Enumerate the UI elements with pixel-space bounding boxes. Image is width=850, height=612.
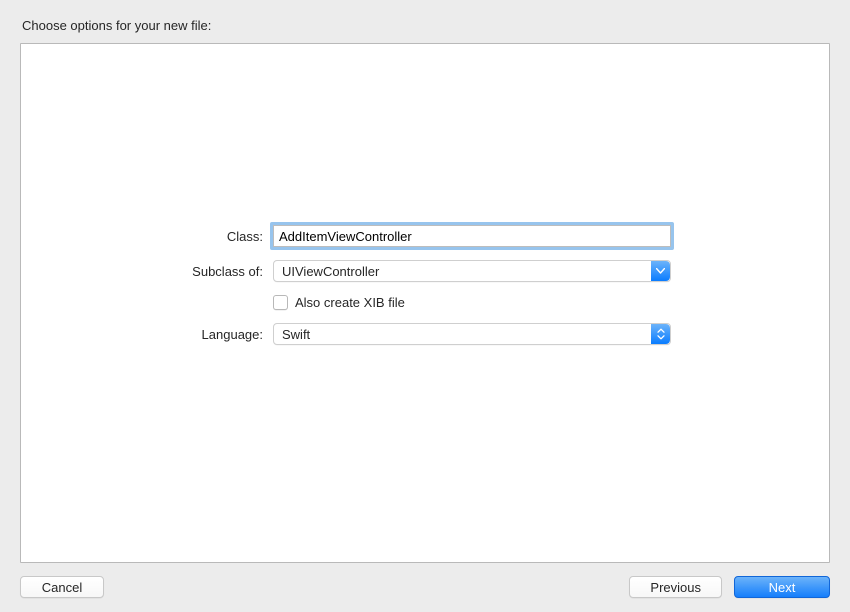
- new-file-form: Class: Subclass of: UIViewController: [21, 225, 829, 358]
- subclass-value: UIViewController: [282, 264, 379, 279]
- language-label: Language:: [21, 327, 273, 342]
- options-panel: Class: Subclass of: UIViewController: [20, 43, 830, 563]
- dialog-title: Choose options for your new file:: [22, 18, 830, 33]
- xib-label: Also create XIB file: [295, 295, 405, 310]
- chevron-down-icon: [651, 261, 670, 281]
- class-input[interactable]: [273, 225, 671, 247]
- class-label: Class:: [21, 229, 273, 244]
- language-row: Language: Swift: [21, 323, 829, 345]
- subclass-label: Subclass of:: [21, 264, 273, 279]
- language-value: Swift: [282, 327, 310, 342]
- previous-button[interactable]: Previous: [629, 576, 722, 598]
- subclass-row: Subclass of: UIViewController: [21, 260, 829, 282]
- dialog-footer: Cancel Previous Next: [20, 576, 830, 598]
- xib-checkbox[interactable]: [273, 295, 288, 310]
- language-popup[interactable]: Swift: [273, 323, 671, 345]
- xib-row: Also create XIB file: [21, 295, 829, 310]
- next-button[interactable]: Next: [734, 576, 830, 598]
- cancel-button[interactable]: Cancel: [20, 576, 104, 598]
- updown-arrows-icon: [651, 324, 670, 344]
- subclass-combobox[interactable]: UIViewController: [273, 260, 671, 282]
- class-row: Class:: [21, 225, 829, 247]
